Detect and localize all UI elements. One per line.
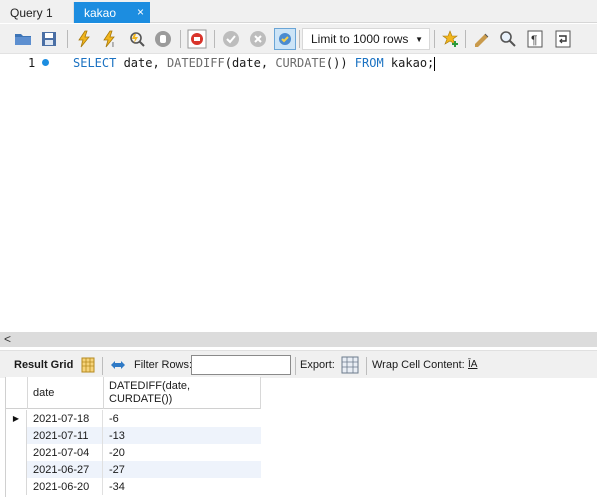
table-row[interactable]: ▶ 2021-07-18 -6 [6, 410, 261, 427]
filter-rows-input[interactable] [191, 355, 291, 375]
result-grid: date DATEDIFF(date, CURDATE()) ▶ 2021-07… [5, 377, 261, 497]
table-row[interactable]: 2021-06-20 -34 [6, 478, 261, 495]
column-header-label-line2: CURDATE()) [109, 393, 173, 405]
autocommit-icon[interactable] [274, 28, 296, 50]
column-header-label-line1: DATEDIFF(date, [109, 380, 191, 392]
tab-bar: Query 1 kakao × [0, 0, 597, 23]
explain-icon[interactable] [126, 28, 148, 50]
toolbar-separator [434, 30, 435, 48]
close-icon[interactable]: × [137, 5, 144, 19]
grid-icon[interactable] [79, 356, 97, 374]
sql-keyword: SELECT [73, 56, 117, 70]
add-snippet-icon[interactable] [440, 28, 462, 50]
row-marker [6, 478, 27, 495]
cell-date[interactable]: 2021-07-04 [28, 444, 103, 461]
toolbar-separator [180, 30, 181, 48]
sql-statement[interactable]: SELECT date, DATEDIFF(date, CURDATE()) F… [73, 55, 436, 71]
sql-function: CURDATE [275, 56, 326, 70]
row-marker-header [6, 377, 28, 409]
row-marker [6, 444, 27, 461]
sql-editor-toolbar: I Limit to 1000 rows ▼ ¶ [0, 24, 597, 54]
sql-function: DATEDIFF [166, 56, 225, 70]
tab-label: Query 1 [10, 5, 53, 20]
toolbar-separator [299, 30, 300, 48]
statement-marker-icon [42, 59, 49, 66]
toolbar-separator [214, 30, 215, 48]
svg-text:I: I [112, 42, 114, 48]
chevron-down-icon: ▼ [415, 35, 423, 44]
cell-date[interactable]: 2021-06-20 [28, 478, 103, 495]
table-row[interactable]: 2021-07-04 -20 [6, 444, 261, 461]
sql-text: ()) [325, 56, 355, 70]
toolbar-separator [295, 357, 296, 375]
horizontal-scrollbar[interactable]: < [0, 332, 597, 347]
save-icon[interactable] [38, 28, 60, 50]
execute-current-icon[interactable]: I [99, 28, 121, 50]
scroll-left-icon[interactable]: < [4, 332, 11, 346]
current-row-icon: ▶ [6, 410, 27, 427]
row-marker [6, 461, 27, 478]
beautify-icon[interactable] [471, 28, 493, 50]
commit-icon[interactable] [220, 28, 242, 50]
cell-datediff[interactable]: -13 [104, 427, 261, 444]
cell-datediff[interactable]: -6 [104, 410, 261, 427]
find-icon[interactable] [497, 28, 519, 50]
wrap-cell-content-label: Wrap Cell Content: [372, 359, 465, 371]
filter-rows-label: Filter Rows: [134, 359, 193, 371]
toolbar-separator [102, 357, 103, 375]
export-label: Export: [300, 359, 335, 371]
sql-keyword: FROM [354, 56, 384, 70]
toolbar-separator [465, 30, 466, 48]
open-folder-icon[interactable] [12, 28, 34, 50]
refresh-icon[interactable] [109, 356, 127, 374]
cell-date[interactable]: 2021-07-11 [28, 427, 103, 444]
grid-header: date DATEDIFF(date, CURDATE()) [6, 377, 261, 409]
column-header-label: date [33, 386, 55, 399]
toolbar-separator [67, 30, 68, 48]
tab-query-1[interactable]: Query 1 [0, 2, 74, 23]
wrap-cell-toggle-icon[interactable]: ĪA [468, 359, 477, 370]
wrap-icon[interactable] [552, 28, 574, 50]
export-icon[interactable] [341, 356, 359, 374]
tab-kakao[interactable]: kakao × [74, 2, 150, 23]
cell-datediff[interactable]: -20 [104, 444, 261, 461]
table-row[interactable]: 2021-07-11 -13 [6, 427, 261, 444]
text-caret [434, 56, 436, 71]
sql-text: date, [116, 56, 167, 70]
column-header-datediff[interactable]: DATEDIFF(date, CURDATE()) [104, 377, 261, 409]
limit-rows-value: Limit to 1000 rows [311, 32, 409, 46]
result-toolbar: Result Grid Filter Rows: Export: Wrap Ce… [0, 350, 597, 378]
workbench-query-window: Query 1 kakao × I Limit to 1000 rows ▼ ¶… [0, 0, 597, 497]
execute-icon[interactable] [73, 28, 95, 50]
invisible-chars-icon[interactable]: ¶ [524, 28, 546, 50]
cell-datediff[interactable]: -27 [104, 461, 261, 478]
cell-date[interactable]: 2021-07-18 [28, 410, 103, 427]
sql-editor[interactable]: 1 SELECT date, DATEDIFF(date, CURDATE())… [0, 55, 597, 332]
result-grid-label[interactable]: Result Grid [14, 359, 73, 371]
tab-label: kakao [84, 5, 117, 20]
stop-icon[interactable] [152, 28, 174, 50]
svg-text:¶: ¶ [531, 33, 537, 47]
row-marker [6, 427, 27, 444]
toggle-error-icon[interactable] [186, 28, 208, 50]
rollback-icon[interactable] [247, 28, 269, 50]
cell-datediff[interactable]: -34 [104, 478, 261, 495]
cell-date[interactable]: 2021-06-27 [28, 461, 103, 478]
limit-rows-select[interactable]: Limit to 1000 rows ▼ [302, 28, 430, 50]
sql-text: kakao; [383, 56, 435, 70]
column-header-date[interactable]: date [28, 377, 104, 409]
line-number: 1 [28, 56, 36, 70]
toolbar-separator [366, 357, 367, 375]
table-row[interactable]: 2021-06-27 -27 [6, 461, 261, 478]
sql-text: (date, [224, 56, 276, 70]
